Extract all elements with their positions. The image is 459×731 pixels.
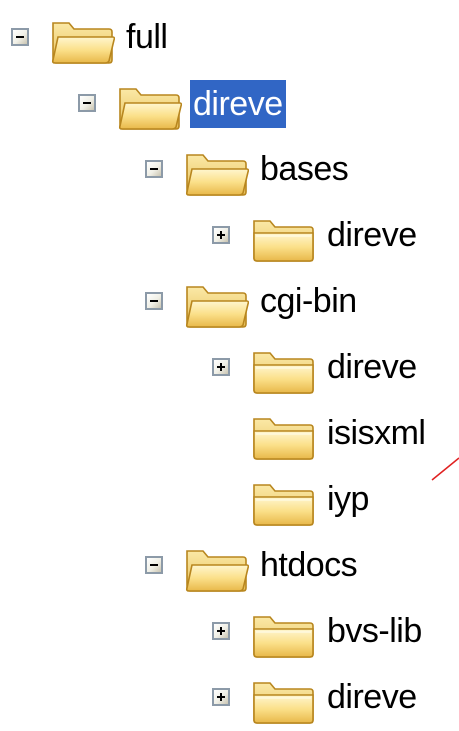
annotation-line [431,457,459,481]
